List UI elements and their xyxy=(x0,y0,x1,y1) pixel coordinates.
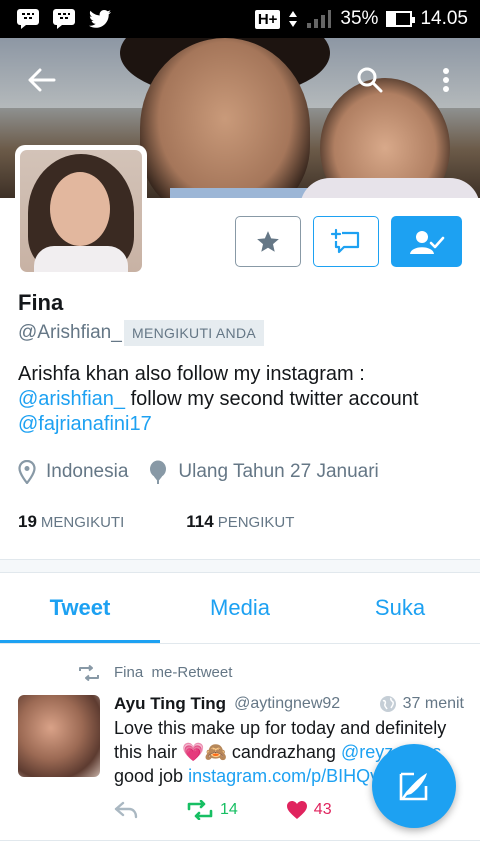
search-icon xyxy=(357,67,383,93)
tweet-url-link[interactable]: instagram.com/p/BIHQv xyxy=(188,766,379,786)
retweet-context: Fina me-Retweet xyxy=(78,664,232,681)
back-button[interactable] xyxy=(20,58,64,102)
battery-icon xyxy=(386,11,416,27)
profile-bio: Arishfa khan also follow my instagram : … xyxy=(18,362,468,437)
profile-meta: Indonesia Ulang Tahun 27 Januari xyxy=(18,460,399,484)
message-add-icon xyxy=(330,228,360,253)
tab-media[interactable]: Media xyxy=(160,572,320,644)
battery-percent: 35% xyxy=(340,8,379,29)
bio-text: follow my second twitter account xyxy=(125,388,419,410)
signal-icon xyxy=(307,10,332,28)
location: Indonesia xyxy=(18,460,128,484)
birthday: Ulang Tahun 27 Januari xyxy=(148,460,379,484)
notifications-star-button[interactable] xyxy=(235,216,301,267)
avatar-photo xyxy=(20,150,142,272)
divider xyxy=(0,840,480,841)
retweet-button[interactable]: 14 xyxy=(186,800,238,820)
star-icon xyxy=(257,230,279,252)
retweet-small-icon xyxy=(79,664,99,681)
system-indicators: H+ 35% 14.05 xyxy=(254,8,468,30)
status-bar: H+ 35% 14.05 xyxy=(0,0,480,38)
notification-icons xyxy=(16,8,112,30)
followers-number: 114 xyxy=(186,512,214,531)
profile-tabs: Tweet Media Suka xyxy=(0,572,480,644)
globe-icon xyxy=(379,696,396,712)
tweet-time: 37 menit xyxy=(379,695,464,713)
following-count[interactable]: 19 MENGIKUTI xyxy=(18,512,124,532)
more-vertical-icon xyxy=(443,68,449,92)
balloon-icon xyxy=(150,460,167,484)
tweet-text-line: this hair 💗🙈 xyxy=(114,742,227,762)
following-button[interactable] xyxy=(391,216,462,267)
retweet-label: me-Retweet xyxy=(151,664,233,681)
banner-shirt-left xyxy=(170,188,310,198)
tweet-actions: 14 43 xyxy=(114,800,380,820)
location-text: Indonesia xyxy=(46,461,129,482)
direct-message-button[interactable] xyxy=(313,216,379,267)
reply-button[interactable] xyxy=(114,801,138,819)
data-arrows-icon xyxy=(289,11,298,27)
tweet-header: Ayu Ting Ting @aytingnew92 37 menit xyxy=(114,694,464,714)
overflow-menu-button[interactable] xyxy=(424,58,468,102)
retweet-count: 14 xyxy=(220,801,238,818)
back-arrow-icon xyxy=(28,68,56,92)
avatar-top xyxy=(34,246,128,272)
profile-handle: @Arishfian_ xyxy=(18,322,122,343)
user-check-icon xyxy=(409,230,444,254)
clock: 14.05 xyxy=(420,8,468,29)
avatar-face xyxy=(50,172,110,246)
birthday-text: Ulang Tahun 27 Januari xyxy=(178,461,379,482)
like-button[interactable]: 43 xyxy=(286,800,332,820)
divider xyxy=(0,643,480,644)
tweet-text-line: Love this make up for today and definite… xyxy=(114,718,447,738)
tab-tweets[interactable]: Tweet xyxy=(0,572,160,644)
search-button[interactable] xyxy=(348,58,392,102)
follows-you-badge: MENGIKUTI ANDA xyxy=(124,320,264,346)
banner-shirt-right xyxy=(300,178,480,198)
compose-quill-icon xyxy=(399,772,428,801)
following-number: 19 xyxy=(18,512,37,531)
tweet-author-handle[interactable]: @aytingnew92 xyxy=(234,695,340,713)
section-gap xyxy=(0,560,480,572)
location-pin-icon xyxy=(18,460,36,484)
bbm-icon xyxy=(53,9,75,29)
twitter-bird-icon xyxy=(89,10,111,28)
heart-icon xyxy=(286,801,307,819)
profile-name: Fina xyxy=(18,290,64,315)
bio-mention-link[interactable]: @arishfian_ xyxy=(18,388,125,410)
following-label: MENGIKUTI xyxy=(40,514,125,531)
followers-label: PENGIKUT xyxy=(217,514,295,531)
like-count: 43 xyxy=(313,801,332,818)
tweet-time-text: 37 menit xyxy=(402,695,464,712)
profile-avatar[interactable] xyxy=(15,145,147,277)
retweet-icon xyxy=(187,800,213,820)
bbm-icon xyxy=(17,9,39,29)
reply-icon xyxy=(114,801,138,819)
followers-count[interactable]: 114 PENGIKUT xyxy=(186,512,294,532)
tweet-text-line: good job xyxy=(114,766,189,786)
tab-likes[interactable]: Suka xyxy=(320,572,480,644)
tweet-author-name[interactable]: Ayu Ting Ting xyxy=(114,694,226,714)
battery-level xyxy=(388,13,397,25)
compose-tweet-button[interactable] xyxy=(372,744,456,828)
bio-mention-link[interactable]: @fajrianafini17 xyxy=(18,413,152,435)
retweeted-by[interactable]: Fina xyxy=(114,664,143,681)
tweet-author-avatar[interactable] xyxy=(18,695,100,777)
follow-counts: 19 MENGIKUTI 114 PENGIKUT xyxy=(18,512,356,532)
bio-text: Arishfa khan also follow my instagram : xyxy=(18,363,365,385)
network-type: H+ xyxy=(254,9,281,29)
tweet-text-line: candrazhang xyxy=(226,742,341,762)
